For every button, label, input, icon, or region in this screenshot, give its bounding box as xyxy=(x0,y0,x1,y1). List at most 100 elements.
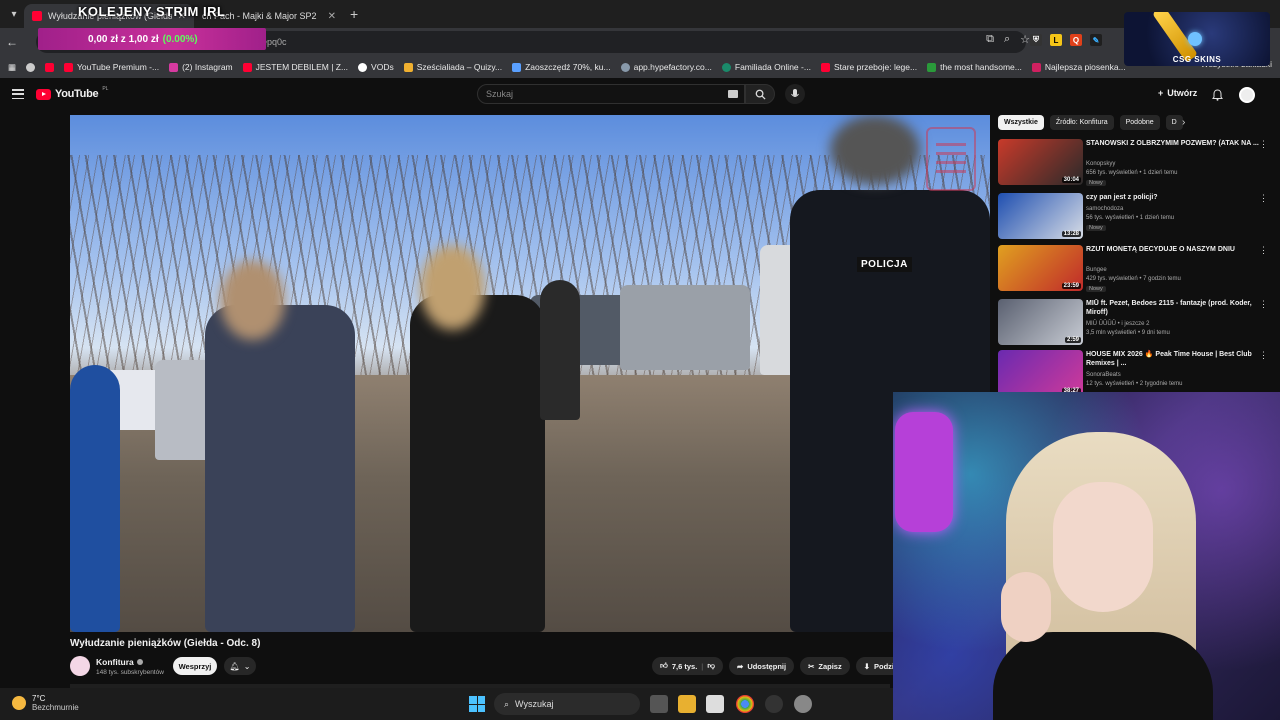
keyboard-icon[interactable] xyxy=(728,90,738,98)
new-tab-icon[interactable]: + xyxy=(350,6,358,22)
bookmark-label: VODs xyxy=(371,62,394,72)
bookmark-favicon-icon xyxy=(358,62,368,72)
bookmark-item[interactable]: Stare przeboje: lege... xyxy=(816,62,922,72)
bookmark-item[interactable] xyxy=(21,62,40,72)
bookmark-favicon-icon xyxy=(927,62,937,72)
recommendation-item[interactable]: 23:59 RZUT MONETĄ DECYDUJE O NASZYM DNIU… xyxy=(998,245,1270,297)
close-tab-icon[interactable]: ✕ xyxy=(328,11,336,22)
chrome-icon[interactable] xyxy=(736,695,754,713)
sponsor-label: CSG SKINS xyxy=(1172,55,1222,64)
bell-icon xyxy=(1212,89,1223,101)
bookmark-item[interactable]: (2) Instagram xyxy=(164,62,238,72)
obs-icon[interactable] xyxy=(765,695,783,713)
chevron-right-icon[interactable]: › xyxy=(1182,117,1185,128)
recommendation-title[interactable]: RZUT MONETĄ DECYDUJE O NASZYM DNIU xyxy=(1086,245,1262,254)
save-button[interactable]: ✂︎ Zapisz xyxy=(800,657,850,675)
install-app-icon[interactable]: ⧉ xyxy=(986,33,994,46)
recommendation-item[interactable]: 2:59 MIŪ ft. Pezet, Bedoes 2115 - fantaz… xyxy=(998,299,1270,351)
start-button[interactable] xyxy=(469,696,485,712)
create-button[interactable]: + Utwórz xyxy=(1158,88,1197,98)
search-input[interactable]: Szukaj xyxy=(477,84,745,104)
bookmark-item[interactable] xyxy=(40,62,59,72)
bookmark-item[interactable]: app.hypefactory.co... xyxy=(616,62,717,72)
chip-from-channel[interactable]: Źródło: Konfitura xyxy=(1049,115,1114,130)
gem-icon xyxy=(1188,32,1202,46)
chip-more[interactable]: D xyxy=(1165,115,1183,130)
chip-related[interactable]: Podobne xyxy=(1119,115,1160,130)
bookmark-favicon-icon xyxy=(820,62,830,72)
channel-name-text: Konfitura xyxy=(96,657,134,667)
recommendation-channel[interactable]: SonoraBeats xyxy=(1086,372,1121,378)
bookmark-item[interactable]: Najlepsza piosenka... xyxy=(1027,62,1131,72)
menu-icon[interactable] xyxy=(12,89,24,99)
recommendation-title[interactable]: czy pan jest z policji? xyxy=(1086,193,1262,202)
share-button[interactable]: ➦ Udostępnij xyxy=(729,657,795,675)
back-icon[interactable]: ← xyxy=(0,30,24,54)
bookmark-star-icon[interactable]: ☆ xyxy=(1020,33,1030,46)
donation-goal-ticker: 0,00 zł z 1,00 zł (0.00%) xyxy=(38,28,266,50)
support-button[interactable]: Wesprzyj xyxy=(173,657,217,675)
windows-taskbar: 7°C Bezchmurnie ⌕ Wyszukaj xyxy=(0,688,893,720)
bookmark-item[interactable]: Familiada Online -... xyxy=(717,62,816,72)
bookmark-favicon-icon xyxy=(242,62,252,72)
more-options-icon[interactable]: ⋮ xyxy=(1259,350,1268,361)
recommendation-meta: 656 tys. wyświetleń • 1 dzień temu xyxy=(1086,170,1178,176)
more-options-icon[interactable]: ⋮ xyxy=(1259,299,1268,310)
recommendation-channel[interactable]: Bungee xyxy=(1086,267,1107,273)
extension-shield-icon[interactable]: ⛨ xyxy=(1030,34,1042,46)
video-thumbnail[interactable]: 2:59 xyxy=(998,299,1083,345)
more-options-icon[interactable]: ⋮ xyxy=(1259,139,1268,150)
taskbar-search[interactable]: ⌕ Wyszukaj xyxy=(494,693,640,715)
bookmark-label: Najlepsza piosenka... xyxy=(1044,62,1126,72)
youtube-logo-text: YouTube xyxy=(55,88,99,100)
weather-widget[interactable]: 7°C Bezchmurnie xyxy=(12,694,79,712)
chip-all[interactable]: Wszystkie xyxy=(998,115,1044,130)
channel-name[interactable]: Konfitura xyxy=(96,657,143,667)
recommendation-title[interactable]: HOUSE MIX 2026 🔥 Peak Time House | Best … xyxy=(1086,350,1262,368)
extension-translate-icon[interactable]: ✎ xyxy=(1090,34,1102,46)
file-explorer-icon[interactable] xyxy=(678,695,696,713)
bookmark-item[interactable]: YouTube Premium -... xyxy=(59,62,164,72)
bookmark-item[interactable]: Zaoszczędź 70%, ku... xyxy=(507,62,616,72)
more-options-icon[interactable]: ⋮ xyxy=(1259,245,1268,256)
youtube-logo[interactable]: YouTube PL xyxy=(36,86,108,100)
zoom-icon[interactable]: ⌕ xyxy=(1004,33,1010,46)
share-label: Udostępnij xyxy=(747,661,787,671)
bookmark-item[interactable]: Sześcialiada – Quizy... xyxy=(399,62,507,72)
person xyxy=(540,280,580,420)
search-button[interactable] xyxy=(745,84,775,104)
police-badge: POLICJA xyxy=(857,257,912,272)
video-thumbnail[interactable]: 30:04 xyxy=(998,139,1083,185)
like-button[interactable]: 👍︎ 7,6 tys. | 👎︎ xyxy=(652,657,724,675)
recommendation-channel[interactable]: Konopskyy xyxy=(1086,161,1115,167)
voice-search-button[interactable] xyxy=(785,84,805,104)
tab-search-icon[interactable]: ▾ xyxy=(4,4,24,24)
video-thumbnail[interactable]: 23:59 xyxy=(998,245,1083,291)
channel-avatar[interactable] xyxy=(70,656,90,676)
recommendation-channel[interactable]: MIŪ ŪŪŪŪ • i jeszcze 2 xyxy=(1086,321,1149,327)
recommendation-channel[interactable]: samochodoza xyxy=(1086,206,1123,212)
notifications-button[interactable] xyxy=(1212,88,1223,106)
recommendation-title[interactable]: STANOWSKI Z OLBRZYMIM POZWEM? (ATAK NA .… xyxy=(1086,139,1262,148)
video-player[interactable]: POLICJA xyxy=(70,115,990,632)
more-options-icon[interactable]: ⋮ xyxy=(1259,193,1268,204)
recommendation-item[interactable]: 13:28 czy pan jest z policji? samochodoz… xyxy=(998,193,1270,245)
settings-icon[interactable] xyxy=(794,695,812,713)
apps-grid-icon[interactable]: ▦ xyxy=(0,62,21,73)
thumbs-down-icon[interactable]: 👎︎ xyxy=(707,661,715,671)
recommendation-item[interactable]: 30:04 STANOWSKI Z OLBRZYMIM POZWEM? (ATA… xyxy=(998,139,1270,191)
bookmark-favicon-icon xyxy=(64,62,74,72)
bookmark-item[interactable]: the most handsome... xyxy=(922,62,1027,72)
bookmark-item[interactable]: JESTEM DEBILEM | Z... xyxy=(238,62,353,72)
extension-search-icon[interactable]: Q xyxy=(1070,34,1082,46)
save-icon: ✂︎ xyxy=(808,661,815,671)
store-icon[interactable] xyxy=(706,695,724,713)
task-view-icon[interactable] xyxy=(650,695,668,713)
bookmark-item[interactable]: VODs xyxy=(353,62,399,72)
video-thumbnail[interactable]: 38:27 xyxy=(998,350,1083,396)
subscription-bell-button[interactable]: 🔔︎ ⌄ xyxy=(224,657,256,675)
extension-l-icon[interactable]: L xyxy=(1050,34,1062,46)
recommendation-title[interactable]: MIŪ ft. Pezet, Bedoes 2115 - fantazje (p… xyxy=(1086,299,1262,317)
video-thumbnail[interactable]: 13:28 xyxy=(998,193,1083,239)
account-avatar[interactable] xyxy=(1239,87,1255,103)
